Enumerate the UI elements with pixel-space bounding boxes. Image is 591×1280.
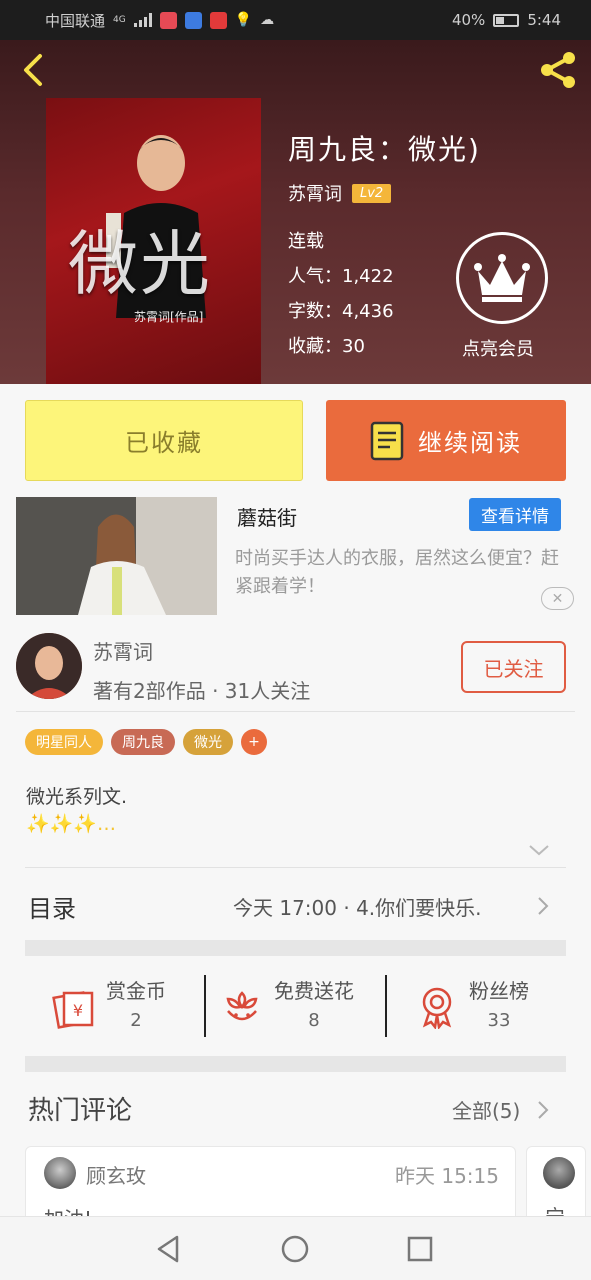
ad-detail-button[interactable]: 查看详情 — [469, 498, 561, 531]
crown-icon — [474, 254, 530, 302]
nav-recents-icon[interactable] — [404, 1233, 436, 1265]
commenter-name[interactable]: 顾玄玫 — [86, 1160, 146, 1189]
divider — [25, 867, 566, 868]
tag-item[interactable]: 周九良 — [111, 729, 175, 755]
reward-coins-button[interactable]: ¥ 赏金币 2 — [52, 975, 166, 1037]
author-name[interactable]: 苏霄词 — [93, 636, 153, 665]
collected-button[interactable]: 已收藏 — [25, 400, 303, 481]
popularity-stat: 人气：1,422 — [288, 266, 394, 287]
stat-value: 2 — [130, 1010, 142, 1031]
nav-home-icon[interactable] — [279, 1233, 311, 1265]
svg-text:¥: ¥ — [73, 1001, 83, 1020]
chevron-left-icon[interactable] — [16, 50, 52, 90]
video-app-icon — [209, 11, 227, 29]
divider — [385, 975, 387, 1037]
nav-back-icon[interactable] — [153, 1233, 185, 1265]
author-row: 苏霄词 Lv2 — [288, 180, 392, 206]
carrier-label: 中国联通 — [45, 11, 106, 30]
status-bar: 中国联通 4G 💡 ☁ 40% 5:44 — [0, 0, 591, 40]
system-nav-bar — [0, 1216, 591, 1280]
lightbulb-icon: 💡 — [234, 12, 253, 28]
calendar-app-icon — [159, 11, 177, 29]
vip-label[interactable]: 点亮会员 — [462, 335, 534, 361]
header-author-name[interactable]: 苏霄词 — [288, 180, 342, 206]
book-description: 微光系列文. ✨✨✨… — [26, 784, 127, 838]
book-icon — [370, 421, 404, 460]
section-separator — [25, 1056, 566, 1072]
collected-label: 已收藏 — [125, 429, 203, 457]
author-stats: 著有2部作品 · 31人关注 — [93, 679, 311, 703]
description-line: 微光系列文. — [26, 786, 128, 808]
comment-time: 昨天 15:15 — [395, 1164, 499, 1188]
ad-close-button[interactable]: ✕ — [541, 587, 574, 610]
ad-image[interactable] — [16, 497, 217, 615]
signal-icon — [133, 13, 152, 27]
cover-author-text: 苏霄词[作品] — [134, 310, 204, 324]
section-separator — [25, 940, 566, 956]
clock: 5:44 — [527, 11, 561, 29]
music-app-icon — [184, 11, 202, 29]
free-flower-button[interactable]: 免费送花 8 — [220, 975, 354, 1037]
follow-button[interactable]: 已关注 — [461, 641, 566, 693]
avatar-photo — [16, 633, 82, 699]
ad-title[interactable]: 蘑菇街 — [237, 502, 297, 531]
tag-list: 明星同人 周九良 微光 + — [25, 729, 267, 755]
book-header: 微光 苏霄词[作品] 周九良：微光) 苏霄词 Lv2 连载 人气：1,422 字… — [0, 40, 591, 384]
all-comments-link[interactable]: 全部(5) — [452, 1095, 520, 1124]
stat-label: 赏金币 — [106, 979, 166, 1003]
battery-percent: 40% — [451, 11, 486, 29]
favorites-stat: 收藏：30 — [288, 336, 365, 357]
vip-button[interactable] — [456, 232, 548, 324]
book-meta: 连载 人气：1,422 字数：4,436 收藏：30 — [288, 224, 394, 364]
word-count-stat: 字数：4,436 — [288, 301, 394, 322]
toc-latest-chapter[interactable]: 今天 17:00 · 4.你们要快乐. — [233, 892, 482, 921]
toc-label[interactable]: 目录 — [28, 889, 76, 924]
stat-label: 粉丝榜 — [469, 979, 529, 1003]
chevron-down-icon[interactable] — [528, 842, 550, 858]
divider — [16, 711, 575, 712]
add-tag-button[interactable]: + — [241, 729, 267, 755]
continue-reading-button[interactable]: 继续阅读 — [326, 400, 566, 481]
stat-value: 33 — [487, 1010, 511, 1031]
tag-item[interactable]: 微光 — [183, 729, 233, 755]
divider — [204, 975, 206, 1037]
flower-icon — [226, 991, 258, 1021]
book-title: 周九良：微光) — [288, 133, 481, 166]
ad-photo — [16, 497, 217, 615]
serial-status: 连载 — [288, 231, 324, 252]
description-line: ✨✨✨… — [26, 813, 116, 835]
cover-title-text: 微光 — [68, 223, 212, 305]
stat-value: 8 — [308, 1010, 320, 1031]
medal-icon — [422, 987, 452, 1029]
level-badge: Lv2 — [352, 183, 392, 203]
share-icon[interactable] — [535, 50, 581, 90]
ad-description[interactable]: 时尚买手达人的衣服，居然这么便宜？赶紧跟着学！ — [235, 545, 565, 601]
network-label: 4G — [113, 14, 126, 25]
fan-ranking-button[interactable]: 粉丝榜 33 — [415, 975, 529, 1037]
battery-icon — [493, 13, 520, 27]
commenter-avatar[interactable] — [543, 1157, 575, 1189]
book-cover[interactable]: 微光 苏霄词[作品] — [46, 98, 261, 384]
chevron-right-icon[interactable] — [536, 895, 550, 917]
continue-label: 继续阅读 — [418, 429, 522, 457]
red-envelope-icon: ¥ — [52, 991, 94, 1029]
author-avatar[interactable] — [16, 633, 82, 699]
chevron-right-icon[interactable] — [536, 1099, 550, 1121]
tag-item[interactable]: 明星同人 — [25, 729, 103, 755]
stat-label: 免费送花 — [274, 979, 354, 1003]
hot-comments-title: 热门评论 — [28, 1096, 133, 1126]
cloud-icon: ☁ — [260, 12, 275, 28]
commenter-avatar[interactable] — [44, 1157, 76, 1189]
